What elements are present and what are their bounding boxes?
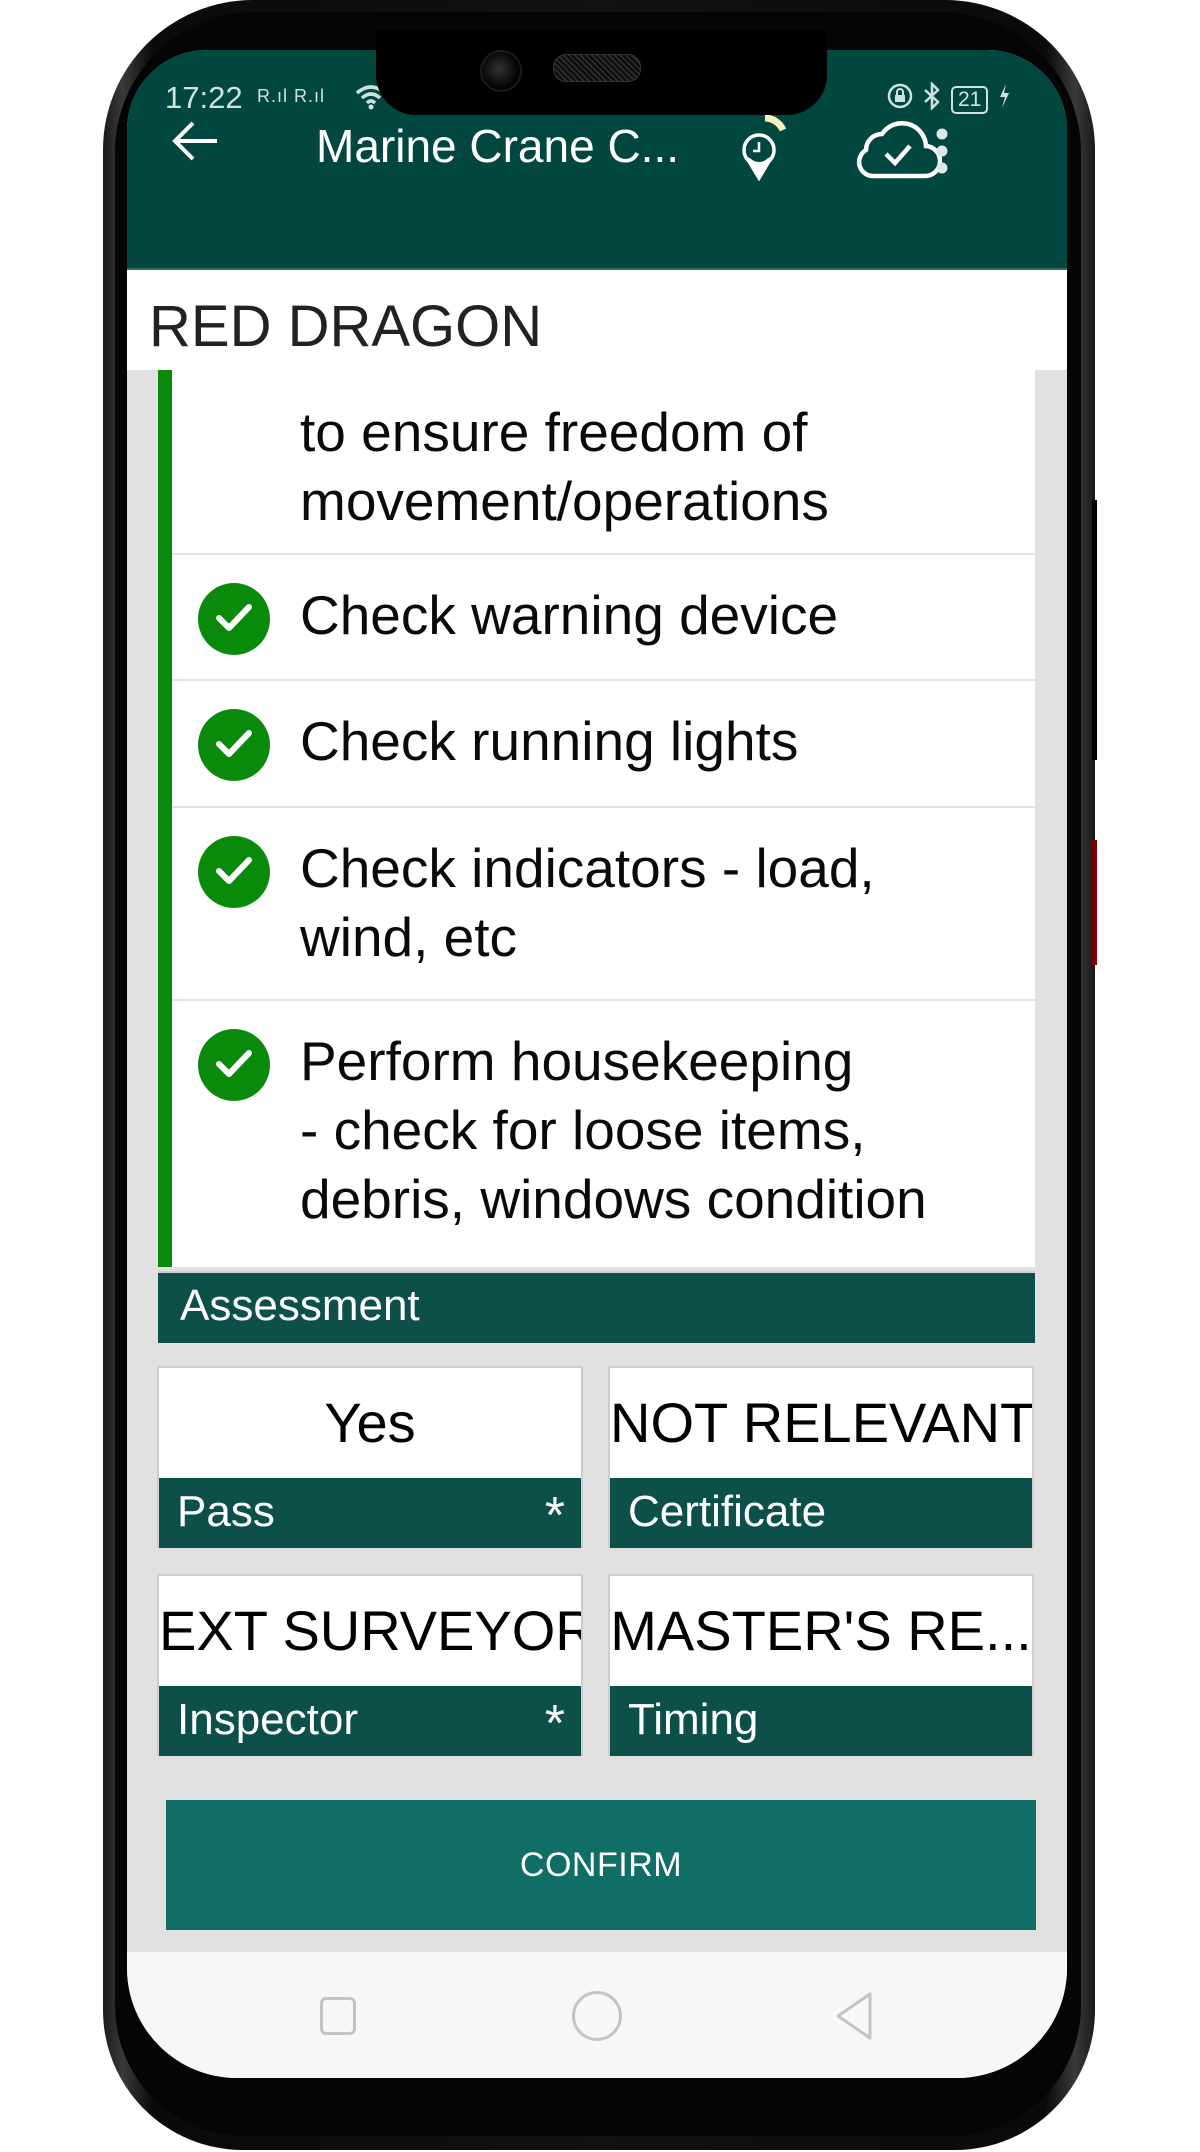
field-label: Pass	[177, 1487, 275, 1536]
field-value: MASTER'S RE...	[610, 1599, 1032, 1662]
checklist-item[interactable]: to ensure freedom of movement/operations	[172, 370, 1035, 555]
check-circle-icon	[198, 836, 270, 908]
triangle-back-icon	[836, 1992, 872, 2040]
status-time: 17:22	[165, 80, 243, 115]
field-label-bar: Certificate	[610, 1478, 1032, 1548]
checklist-item-text: Check running lights	[300, 710, 799, 772]
timing-field[interactable]: MASTER'S RE... Timing	[608, 1574, 1034, 1756]
required-indicator: *	[544, 1695, 565, 1753]
field-label-bar: Timing	[610, 1686, 1032, 1756]
arrow-left-icon	[172, 121, 217, 161]
checklist-item-text: Perform housekeeping - check for loose i…	[300, 1030, 927, 1230]
back-button[interactable]	[171, 116, 231, 176]
signal-icon: R.ıl R.ıl	[257, 86, 326, 106]
inspector-field[interactable]: EXT SURVEYOR Inspector *	[157, 1574, 583, 1756]
checklist-item[interactable]: Perform housekeeping - check for loose i…	[172, 1001, 1035, 1267]
earpiece-speaker	[553, 54, 641, 82]
location-time-icon	[742, 114, 787, 182]
vessel-name: RED DRAGON	[149, 294, 543, 359]
power-button	[1092, 840, 1097, 965]
charging-icon	[998, 83, 1010, 116]
confirm-button[interactable]: CONFIRM	[166, 1800, 1036, 1930]
home-button[interactable]	[572, 1991, 622, 2041]
field-label: Timing	[628, 1695, 759, 1744]
field-value: Yes	[324, 1391, 416, 1454]
check-circle-icon	[198, 709, 270, 781]
volume-button	[1092, 500, 1097, 760]
checklist-item-text: Check warning device	[300, 584, 839, 646]
check-circle-icon	[198, 583, 270, 655]
field-value: NOT RELEVANT	[610, 1391, 1032, 1454]
system-back-button[interactable]	[832, 1990, 876, 2042]
phone-screen: 17:22 R.ıl R.ıl 21 Marine Crane C... RED…	[127, 50, 1067, 2078]
field-value: EXT SURVEYOR	[159, 1599, 581, 1662]
location-time-button[interactable]	[737, 102, 797, 192]
more-options-button[interactable]	[927, 116, 957, 186]
field-label-bar: Pass *	[159, 1478, 581, 1548]
more-vert-icon	[936, 128, 948, 174]
recent-apps-button[interactable]	[320, 1997, 356, 2035]
field-label-bar: Inspector *	[159, 1686, 581, 1756]
checklist-item-text: Check indicators - load, wind, etc	[300, 837, 875, 968]
battery-icon: 21	[951, 85, 989, 114]
field-label: Inspector	[177, 1695, 358, 1744]
certificate-field[interactable]: NOT RELEVANT Certificate	[608, 1366, 1034, 1548]
field-label: Certificate	[628, 1487, 827, 1536]
checklist-item[interactable]: Check indicators - load, wind, etc	[172, 808, 1035, 1001]
checklist-item-text: to ensure freedom of movement/operations	[300, 401, 829, 532]
assessment-title: Assessment	[180, 1281, 420, 1330]
front-camera	[480, 50, 522, 92]
pass-field[interactable]: Yes Pass *	[157, 1366, 583, 1548]
check-circle-icon	[198, 1029, 270, 1101]
required-indicator: *	[544, 1487, 565, 1545]
status-accent-bar	[158, 370, 172, 1267]
checklist-item[interactable]: Check warning device	[172, 555, 1035, 681]
page-title: Marine Crane C...	[316, 120, 680, 172]
checklist-item[interactable]: Check running lights	[172, 681, 1035, 808]
